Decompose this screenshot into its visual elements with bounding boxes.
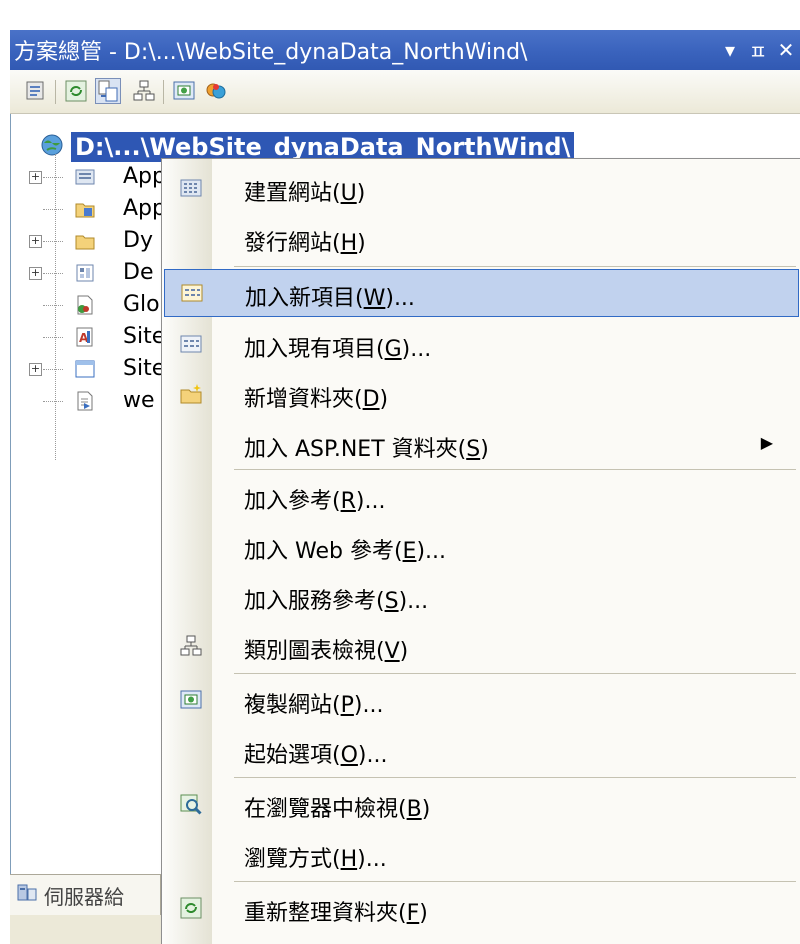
class-diagram-icon [180, 635, 202, 657]
menu-item-refresh-folder[interactable]: 重新整理資料夾(F) [164, 885, 799, 933]
menu-item-label: 重新整理資料夾(F) [244, 901, 428, 926]
toolbar-separator [163, 80, 164, 104]
tree-item-label: App [123, 164, 166, 189]
menu-item-new-folder[interactable]: 新增資料夾(D) [164, 371, 799, 419]
copy-website-icon[interactable] [172, 79, 196, 103]
properties-icon[interactable] [24, 79, 48, 103]
menu-item-label: 加入服務參考(S)... [244, 589, 429, 614]
close-icon[interactable]: ✕ [772, 38, 800, 62]
menu-item-label: 加入 Web 參考(E)... [244, 539, 447, 564]
menu-item-build-website[interactable]: 建置網站(U) [164, 165, 799, 213]
menu-separator [234, 673, 796, 674]
tree-connector [43, 273, 63, 274]
folder-icon [75, 231, 95, 251]
menu-item-browse-with[interactable]: 瀏覽方式(H)... [164, 831, 799, 879]
build-website-icon [180, 177, 202, 199]
menu-item-label: 加入現有項目(G)... [244, 337, 432, 362]
server-explorer-tab-label: 伺服器給 [44, 884, 124, 909]
server-explorer-icon [16, 882, 38, 908]
menu-item-add-existing-item[interactable]: 加入現有項目(G)... [164, 321, 799, 369]
menu-item-add-asp-net-folder[interactable]: 加入 ASP.NET 資料夾(S) ▶ [164, 421, 799, 469]
add-existing-item-icon [180, 333, 202, 355]
toolbar-separator [55, 80, 56, 104]
class-diagram-icon[interactable] [132, 79, 156, 103]
tree-connector [43, 177, 63, 178]
view-in-browser-icon [180, 793, 202, 815]
page-icon [75, 263, 95, 283]
expand-icon[interactable]: + [29, 363, 42, 376]
menu-item-label: 起始選項(O)... [244, 743, 388, 768]
menu-item-copy-website[interactable]: 複製網站(P)... [164, 677, 799, 725]
menu-item-label: 在瀏覽器中檢視(B) [244, 797, 431, 822]
menu-item-view-in-browser[interactable]: 在瀏覽器中檢視(B) [164, 781, 799, 829]
tree-connector [43, 305, 63, 306]
tree-item-label: Glo [123, 292, 160, 317]
tree-item[interactable]: + App [11, 163, 171, 193]
tree-item-label: Site [123, 324, 166, 349]
tree-connector [43, 209, 63, 210]
app-code-folder-icon [75, 167, 95, 187]
expand-icon[interactable]: + [29, 171, 42, 184]
stylesheet-icon: A [75, 327, 95, 347]
tree-item-label: Dy [123, 228, 153, 253]
menu-item-label: 新增資料夾(D) [244, 387, 389, 412]
tree-item-label: Site [123, 356, 166, 381]
menu-item-label: 加入 ASP.NET 資料夾(S) [244, 437, 489, 462]
copy-website-icon [180, 689, 202, 711]
menu-item-add-web-reference[interactable]: 加入 Web 參考(E)... [164, 523, 799, 571]
menu-item-add-reference[interactable]: 加入參考(R)... [164, 473, 799, 521]
solution-explorer-title-bar: 方案總管 - D:\...\WebSite_dynaData_NorthWind… [10, 30, 800, 70]
submenu-arrow-icon: ▶ [760, 433, 773, 452]
menu-item-view-class-diagram[interactable]: 類別圖表檢視(V) [164, 623, 799, 671]
menu-separator [234, 469, 796, 470]
window-title: 方案總管 - D:\...\WebSite_dynaData_NorthWind… [14, 40, 528, 65]
menu-separator [234, 881, 796, 882]
tree-connector [43, 401, 63, 402]
tree-item-label: we [123, 388, 155, 413]
menu-item-startup-options[interactable]: 起始選項(O)... [164, 727, 799, 775]
menu-item-add-service-reference[interactable]: 加入服務參考(S)... [164, 573, 799, 621]
refresh-folder-icon [180, 897, 202, 919]
new-folder-icon [180, 383, 202, 405]
tree-item[interactable]: App [11, 195, 171, 225]
add-new-item-icon [181, 282, 203, 304]
menu-item-label: 發行網站(H) [244, 231, 366, 256]
expand-icon[interactable]: + [29, 267, 42, 280]
menu-item-label: 加入新項目(W)... [245, 286, 415, 311]
menu-separator [234, 266, 796, 267]
refresh-icon[interactable] [64, 79, 88, 103]
menu-item-label: 複製網站(P)... [244, 693, 384, 718]
tree-item[interactable]: Glo [11, 291, 171, 321]
tree-item[interactable]: we [11, 387, 171, 417]
menu-item-label: 瀏覽方式(H)... [244, 847, 387, 872]
tree-item[interactable]: + Site [11, 355, 171, 385]
nest-related-files-icon[interactable] [95, 78, 121, 104]
menu-item-label: 建置網站(U) [244, 181, 366, 206]
global-asax-icon [75, 295, 95, 315]
tree-connector [43, 241, 63, 242]
menu-item-label: 類別圖表檢視(V) [244, 639, 409, 664]
window-position-dropdown-icon[interactable]: ▾ [716, 38, 744, 62]
website-globe-icon [39, 132, 65, 162]
menu-item-add-new-item[interactable]: 加入新項目(W)... [164, 269, 799, 317]
menu-item-label: 加入參考(R)... [244, 489, 386, 514]
tree-item-label: App [123, 196, 166, 221]
tree-item[interactable]: A Site [11, 323, 171, 353]
tree-item[interactable]: + De [11, 259, 171, 289]
context-menu: 建置網站(U) 發行網站(H) 加入新項目(W)... 加入現有項目(G)...… [161, 158, 800, 944]
tree-connector [43, 337, 63, 338]
app-data-folder-icon [75, 199, 95, 219]
master-page-icon [75, 359, 95, 379]
tree-connector [43, 369, 63, 370]
menu-item-publish-website[interactable]: 發行網站(H) [164, 215, 799, 263]
server-explorer-tab[interactable]: 伺服器給 [10, 875, 161, 915]
asp-net-configuration-icon[interactable] [204, 79, 228, 103]
web-config-icon [75, 391, 95, 411]
solution-explorer-toolbar [10, 70, 800, 114]
menu-separator [234, 777, 796, 778]
tree-item[interactable]: + Dy [11, 227, 171, 257]
expand-icon[interactable]: + [29, 235, 42, 248]
tree-item-label: De [123, 260, 154, 285]
auto-hide-pin-icon[interactable]: ㅍ [744, 36, 772, 65]
